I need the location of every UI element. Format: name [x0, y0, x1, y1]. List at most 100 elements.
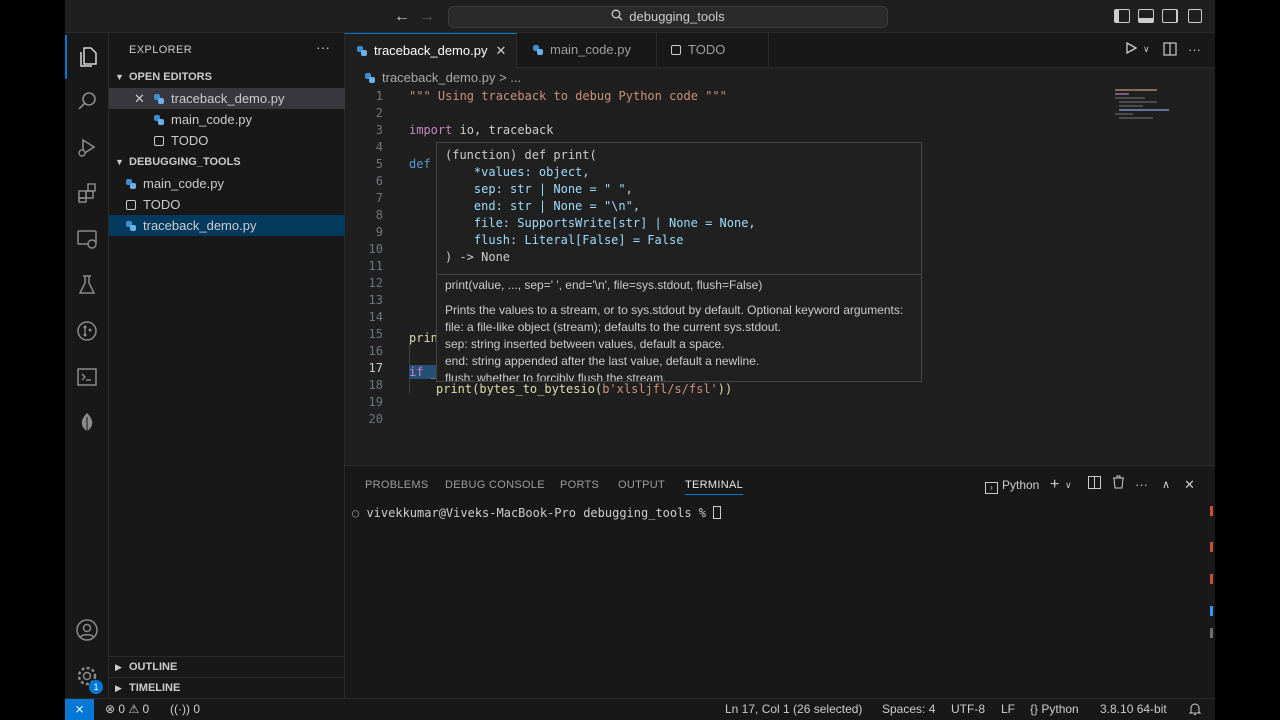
terminal-selector[interactable]: › Python: [985, 475, 1039, 495]
file-label: main_code.py: [143, 176, 224, 191]
end-of-line[interactable]: LF: [1001, 699, 1015, 720]
outline-label: OUTLINE: [129, 661, 178, 673]
file-label: traceback_demo.py: [143, 218, 257, 233]
line-number: 3: [375, 123, 383, 137]
encoding[interactable]: UTF-8: [951, 699, 985, 720]
folder-label: DEBUGGING_TOOLS: [129, 156, 241, 168]
split-terminal-icon[interactable]: [1088, 475, 1101, 495]
timeline-header[interactable]: ▶ TIMELINE: [109, 677, 345, 698]
doc-line: end: string appended after the last valu…: [445, 354, 760, 368]
code-line-1: """ Using traceback to debug Python code…: [409, 88, 727, 105]
line-number: 10: [368, 242, 383, 256]
forward-arrow-icon[interactable]: →: [417, 7, 437, 27]
status-bar: ⨯ ⊗ 0 ⚠ 0 ((·)) 0 Ln 17, Col 1 (26 selec…: [65, 698, 1215, 720]
more-actions-icon[interactable]: ···: [316, 39, 330, 55]
tab-debug-console[interactable]: DEBUG CONSOLE: [445, 475, 545, 495]
tab-ports[interactable]: PORTS: [560, 475, 599, 495]
run-debug-icon[interactable]: [65, 125, 109, 169]
mongodb-leaf-icon[interactable]: [65, 401, 109, 445]
command-center-search[interactable]: debugging_tools: [448, 6, 888, 28]
chevron-down-icon[interactable]: ∨: [1143, 44, 1150, 55]
search-icon[interactable]: [65, 79, 109, 123]
tab-traceback-demo[interactable]: traceback_demo.py ✕: [345, 33, 517, 68]
breadcrumb-file[interactable]: traceback_demo.py: [382, 70, 495, 85]
close-panel-icon[interactable]: ✕: [1184, 475, 1195, 495]
file-item[interactable]: main_code.py: [109, 173, 345, 194]
toggle-panel-icon[interactable]: [1138, 9, 1154, 23]
code-line-3: import io, traceback: [409, 122, 554, 139]
signature-line: file: SupportsWrite[str] | None = None,: [445, 216, 756, 230]
doc-line: Prints the values to a stream, or to sys…: [445, 303, 904, 317]
terminal-prompt: vivekkumar@Viveks-MacBook-Pro debugging_…: [366, 506, 714, 520]
ports-status[interactable]: ((·)) 0: [170, 699, 200, 720]
trash-icon[interactable]: [1112, 475, 1125, 495]
explorer-icon[interactable]: [65, 35, 109, 79]
signature-line: end: str | None = "\n",: [445, 199, 641, 213]
open-editor-item[interactable]: main_code.py: [109, 109, 345, 130]
file-item[interactable]: traceback_demo.py: [109, 215, 345, 236]
settings-gear-icon[interactable]: 1: [65, 654, 109, 698]
breadcrumb-symbols[interactable]: > ...: [499, 70, 521, 85]
prompt-circle-icon: ○: [352, 506, 367, 520]
line-number: 19: [368, 395, 383, 409]
tab-todo[interactable]: TODO: [657, 33, 769, 68]
split-editor-icon[interactable]: [1163, 42, 1177, 59]
testing-icon[interactable]: [65, 263, 109, 307]
signature-line: (function) def print(: [445, 148, 597, 162]
code-line-15: prin: [409, 330, 438, 347]
close-icon[interactable]: ✕: [495, 43, 506, 58]
plain-signature: print(value, ..., sep=' ', end='\n', fil…: [445, 278, 763, 292]
signature-line: *values: object,: [445, 165, 590, 179]
new-terminal-icon[interactable]: +: [1050, 475, 1059, 495]
account-icon[interactable]: [65, 608, 109, 652]
more-actions-icon[interactable]: ···: [1135, 475, 1148, 495]
problems-status[interactable]: ⊗ 0 ⚠ 0: [105, 699, 149, 720]
maximize-panel-icon[interactable]: ∧: [1162, 475, 1170, 495]
line-number: 5: [375, 157, 383, 171]
hover-tooltip: (function) def print( *values: object, s…: [436, 142, 922, 382]
cursor-position[interactable]: Ln 17, Col 1 (26 selected): [725, 699, 862, 720]
python-interpreter[interactable]: 3.8.10 64-bit: [1100, 699, 1167, 720]
tab-problems[interactable]: PROBLEMS: [365, 475, 429, 495]
chevron-down-icon[interactable]: ∨: [1065, 475, 1072, 495]
extensions-icon[interactable]: [65, 171, 109, 215]
tab-output[interactable]: OUTPUT: [618, 475, 665, 495]
notifications-bell-icon[interactable]: [1188, 699, 1202, 720]
terminal-icon[interactable]: [65, 355, 109, 399]
open-editor-item[interactable]: TODO: [109, 130, 345, 151]
toggle-primary-sidebar-icon[interactable]: [1114, 9, 1130, 23]
minimap[interactable]: [1105, 88, 1215, 465]
tab-label: TODO: [688, 42, 726, 57]
customize-layout-icon[interactable]: [1188, 9, 1202, 23]
line-number: 9: [375, 225, 383, 239]
toggle-secondary-sidebar-icon[interactable]: [1162, 9, 1178, 23]
command-center-label: debugging_tools: [629, 9, 725, 24]
outline-header[interactable]: ▶ OUTLINE: [109, 656, 345, 677]
tab-main-code[interactable]: main_code.py: [517, 33, 657, 68]
folder-header[interactable]: ▼ DEBUGGING_TOOLS: [109, 152, 345, 173]
doc-line: file: a file-like object (stream); defau…: [445, 320, 782, 334]
close-icon[interactable]: ✕: [134, 88, 148, 109]
back-arrow-icon[interactable]: ←: [392, 7, 412, 27]
terminal-output[interactable]: ○ vivekkumar@Viveks-MacBook-Pro debuggin…: [352, 506, 722, 520]
language-mode[interactable]: {} Python: [1030, 699, 1079, 720]
more-actions-icon[interactable]: ···: [1188, 42, 1201, 57]
tab-terminal[interactable]: TERMINAL: [685, 475, 744, 495]
remote-indicator-icon[interactable]: ⨯: [65, 699, 94, 720]
line-number: 20: [368, 412, 383, 426]
source-control-icon[interactable]: [65, 309, 109, 353]
hover-divider: [437, 274, 921, 275]
string-literal: b'xlsljfl/s/fsl': [602, 382, 718, 396]
remote-explorer-icon[interactable]: [65, 217, 109, 261]
indentation[interactable]: Spaces: 4: [882, 699, 935, 720]
terminal-icon: ›: [985, 482, 998, 494]
braces-icon: {}: [1030, 702, 1039, 716]
run-file-icon[interactable]: [1125, 41, 1138, 57]
open-editor-label: traceback_demo.py: [171, 91, 285, 106]
todo-file-icon: [154, 136, 164, 146]
file-item[interactable]: TODO: [109, 194, 345, 215]
open-editors-header[interactable]: ▼ OPEN EDITORS: [109, 67, 345, 88]
line-number: 8: [375, 208, 383, 222]
open-editors-label: OPEN EDITORS: [129, 71, 212, 83]
open-editor-item[interactable]: ✕ traceback_demo.py: [109, 88, 345, 109]
